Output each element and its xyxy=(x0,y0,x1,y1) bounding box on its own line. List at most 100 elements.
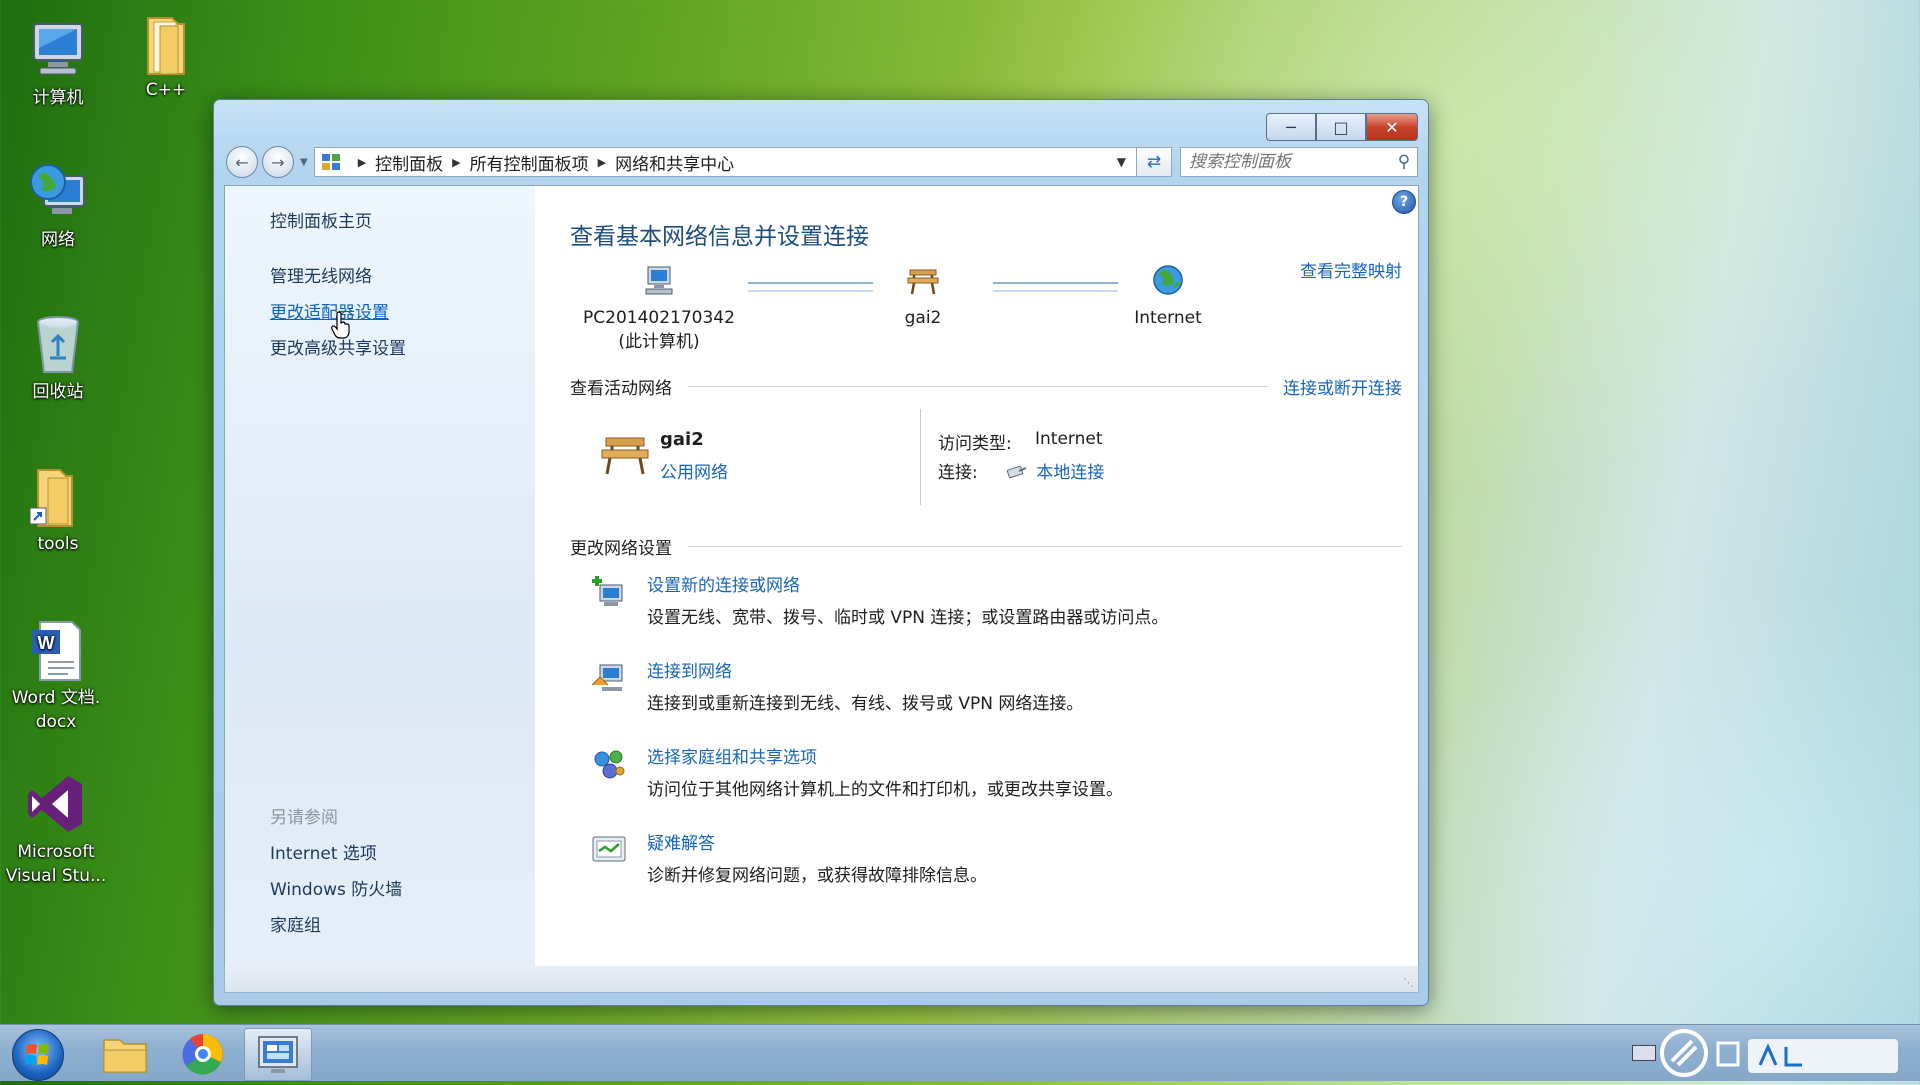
window-content: 控制面板主页 管理无线网络 更改适配器设置 更改高级共享设置 另请参阅 Inte… xyxy=(224,185,1419,967)
taskbar-control-panel[interactable] xyxy=(244,1028,312,1081)
maximize-button[interactable]: □ xyxy=(1316,113,1366,141)
site-watermark-logo xyxy=(1660,1029,1898,1077)
start-button[interactable] xyxy=(12,1029,64,1081)
minimize-button[interactable]: ─ xyxy=(1266,113,1316,141)
public-network-bench-icon xyxy=(601,437,649,475)
main-panel: ? 查看基本网络信息并设置连接 查看完整映射 PC201402170342 (此… xyxy=(535,186,1418,966)
sidebar-item-windows-firewall[interactable]: Windows 防火墙 xyxy=(270,875,402,900)
homegroup-icon xyxy=(594,750,625,779)
public-network-bench-icon xyxy=(907,269,939,295)
setup-connection-desc: 设置无线、宽带、拨号、临时或 VPN 连接；或设置路由器或访问点。 xyxy=(647,608,1169,628)
window-caption-buttons: ─ □ ✕ xyxy=(1266,113,1418,141)
desktop-icon-label: tools xyxy=(37,534,79,554)
close-button[interactable]: ✕ xyxy=(1366,113,1418,141)
control-panel-icon xyxy=(321,154,340,170)
desktop-icon-recycle-bin[interactable]: 回收站 xyxy=(2,312,114,404)
desktop-icon-label: C++ xyxy=(145,80,187,100)
sidebar-item-internet-options[interactable]: Internet 选项 xyxy=(270,839,377,864)
connection-value[interactable]: 本地连接 xyxy=(1005,458,1104,483)
sidebar-item-change-adapter-settings[interactable]: 更改适配器设置 xyxy=(270,298,389,323)
maximize-icon: □ xyxy=(1333,117,1349,137)
map-node-computer-name: PC201402170342 xyxy=(583,308,735,328)
connect-network-desc: 连接到或重新连接到无线、有线、拨号或 VPN 网络连接。 xyxy=(647,694,1084,714)
address-bar[interactable]: ▶ 控制面板 ▶ 所有控制面板项 ▶ 网络和共享中心 ▼ xyxy=(313,147,1137,177)
taskbar xyxy=(0,1024,1920,1081)
setup-connection-link[interactable]: 设置新的连接或网络 xyxy=(647,571,800,596)
recent-pages-dropdown-icon[interactable]: ▼ xyxy=(300,157,308,168)
desktop-icon-label: Microsoft xyxy=(17,842,95,862)
arrow-left-icon: ← xyxy=(235,152,249,172)
new-connection-icon xyxy=(592,576,623,606)
taskbar-browser[interactable] xyxy=(170,1028,236,1079)
resize-grip-icon[interactable]: ⋱ xyxy=(1403,976,1414,989)
desktop-icon-visual-studio[interactable]: Microsoft Visual Stu... xyxy=(0,772,112,888)
desktop-icon-computer[interactable]: 计算机 xyxy=(2,18,114,110)
keyboard-tray-icon[interactable] xyxy=(1632,1045,1656,1061)
breadcrumb-item-network-center[interactable]: 网络和共享中心 xyxy=(615,150,734,175)
troubleshoot-icon xyxy=(592,836,626,862)
map-node-network[interactable]: gai2 xyxy=(823,264,1023,330)
refresh-icon: ⇄ xyxy=(1146,152,1162,172)
page-title: 查看基本网络信息并设置连接 xyxy=(570,224,869,250)
connect-network-link[interactable]: 连接到网络 xyxy=(647,657,732,682)
active-network-type-link[interactable]: 公用网络 xyxy=(660,458,728,483)
connect-network-icon xyxy=(591,664,623,691)
search-box: ⚲ xyxy=(1180,147,1418,177)
computer-icon xyxy=(645,266,673,295)
map-node-network-name: gai2 xyxy=(904,308,942,328)
network-center-app-icon xyxy=(258,1036,298,1073)
desktop-icon-label: 计算机 xyxy=(32,88,84,108)
desktop-icon-label: 网络 xyxy=(41,230,75,250)
connect-disconnect-link[interactable]: 连接或断开连接 xyxy=(1283,374,1402,399)
hand-cursor-icon xyxy=(331,311,350,339)
breadcrumb-separator-icon[interactable]: ▶ xyxy=(358,156,366,169)
browser-icon xyxy=(182,1034,223,1075)
map-node-computer[interactable]: PC201402170342 (此计算机) xyxy=(559,264,759,354)
map-node-internet[interactable]: Internet xyxy=(1068,264,1268,330)
desktop-icon-label: 回收站 xyxy=(32,382,84,402)
breadcrumb-item-all-items[interactable]: 所有控制面板项 xyxy=(470,150,589,175)
forward-button[interactable]: → xyxy=(262,146,294,178)
breadcrumb-separator-icon[interactable]: ▶ xyxy=(452,156,460,169)
navigation-bar: ← → ▼ ▶ 控制面板 ▶ 所有控制面板项 ▶ 网络和共享中心 ▼ ⇄ ⚲ xyxy=(226,145,1418,179)
homegroup-sharing-link[interactable]: 选择家庭组和共享选项 xyxy=(647,743,817,768)
breadcrumb-item-control-panel[interactable]: 控制面板 xyxy=(375,150,443,175)
active-networks-title: 查看活动网络 xyxy=(570,379,672,399)
desktop-icon-cpp[interactable]: C++ xyxy=(110,8,222,102)
refresh-button[interactable]: ⇄ xyxy=(1137,147,1172,177)
sidebar: 控制面板主页 管理无线网络 更改适配器设置 更改高级共享设置 另请参阅 Inte… xyxy=(225,186,535,966)
see-also-title: 另请参阅 xyxy=(270,808,338,828)
search-icon[interactable]: ⚲ xyxy=(1391,152,1417,172)
connection-label: 连接: xyxy=(938,463,978,483)
ethernet-cable-icon xyxy=(1006,465,1027,479)
access-type-label: 访问类型: xyxy=(938,434,1012,454)
internet-globe-icon xyxy=(1153,265,1183,295)
search-input[interactable] xyxy=(1181,151,1391,173)
breadcrumb-separator-icon[interactable]: ▶ xyxy=(598,156,606,169)
view-full-map-link[interactable]: 查看完整映射 xyxy=(1300,257,1402,282)
sidebar-item-homegroup[interactable]: 家庭组 xyxy=(270,911,321,936)
desktop-icon-label-line2: Visual Stu... xyxy=(5,866,107,886)
homegroup-sharing-desc: 访问位于其他网络计算机上的文件和打印机，或更改共享设置。 xyxy=(647,780,1123,800)
troubleshoot-link[interactable]: 疑难解答 xyxy=(647,829,715,854)
access-type-value: Internet xyxy=(1035,429,1103,449)
arrow-right-icon: → xyxy=(271,152,285,172)
help-button[interactable]: ? xyxy=(1392,190,1416,214)
map-node-computer-sub: (此计算机) xyxy=(618,332,700,352)
desktop-icon-tools[interactable]: tools xyxy=(2,464,114,556)
change-settings-title: 更改网络设置 xyxy=(570,539,672,559)
address-history-dropdown-icon[interactable]: ▼ xyxy=(1117,155,1126,169)
desktop-icon-label-line2: docx xyxy=(35,712,77,732)
windows-logo-icon xyxy=(25,1044,49,1065)
folder-shortcut-icon xyxy=(29,469,73,527)
desktop-icon-word-document[interactable]: W Word 文档. docx xyxy=(0,618,112,734)
sidebar-item-control-panel-home[interactable]: 控制面板主页 xyxy=(270,207,372,232)
computer-icon xyxy=(33,23,83,75)
close-icon: ✕ xyxy=(1385,117,1399,137)
section-divider xyxy=(688,386,1268,387)
local-connection-link[interactable]: 本地连接 xyxy=(1036,463,1104,483)
sidebar-item-manage-wireless[interactable]: 管理无线网络 xyxy=(270,262,372,287)
taskbar-explorer[interactable] xyxy=(92,1028,158,1079)
desktop-icon-network[interactable]: 网络 xyxy=(2,160,114,252)
back-button[interactable]: ← xyxy=(226,146,258,178)
